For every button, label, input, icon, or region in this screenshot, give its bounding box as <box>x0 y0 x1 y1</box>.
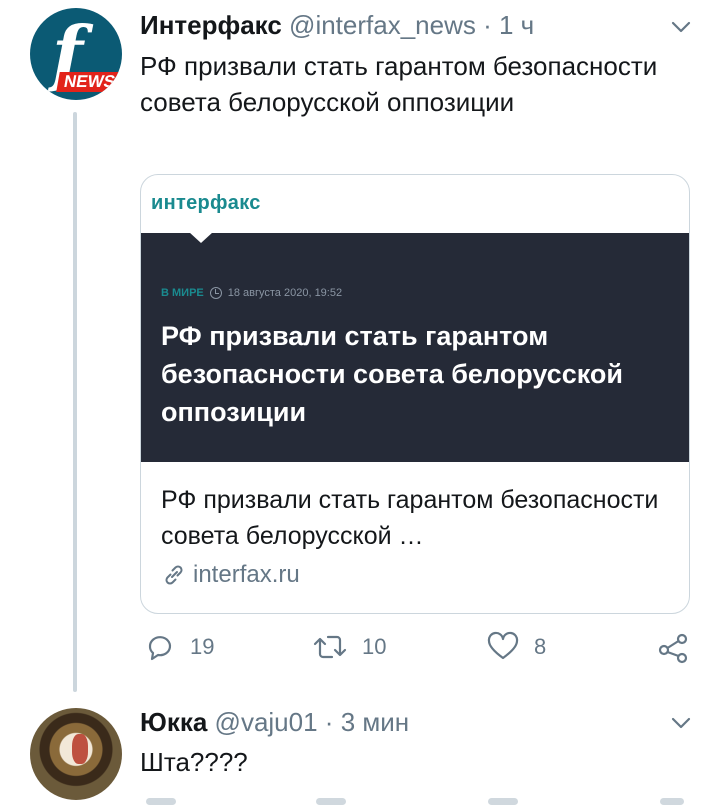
card-link: interfax.ru <box>161 560 671 590</box>
card-title: РФ призвали стать гарантом безопасности … <box>161 486 659 550</box>
meta-separator: · <box>483 10 492 40</box>
thread-connector <box>73 112 77 692</box>
share-action[interactable] <box>656 630 690 664</box>
card-image: В МИРЕ 18 августа 2020, 19:52 РФ призвал… <box>141 232 689 462</box>
reply-author-handle[interactable]: @vaju01 <box>215 707 318 737</box>
card-link-domain: interfax.ru <box>193 561 300 588</box>
like-action-peek <box>488 798 518 805</box>
heart-icon <box>487 631 519 660</box>
avatar-mask-detail <box>72 734 88 764</box>
interfax-avatar[interactable]: f NEWS <box>30 8 122 100</box>
reply-action-peek <box>146 798 176 805</box>
like-action[interactable]: 8 <box>486 630 546 664</box>
clock-icon <box>209 287 222 299</box>
tweet-time[interactable]: 1 ч <box>499 10 534 40</box>
card-brand-bar: интерфакс <box>141 175 689 233</box>
author-name[interactable]: Интерфакс <box>140 10 282 40</box>
author-handle[interactable]: @interfax_news <box>289 10 476 40</box>
image-date: 18 августа 2020, 19:52 <box>227 287 343 299</box>
retweet-action[interactable]: 10 <box>312 630 386 664</box>
reply-action[interactable]: 19 <box>142 630 214 664</box>
reply-icon <box>148 636 172 661</box>
link-icon <box>165 565 183 585</box>
tweet-header: Интерфакс @interfax_news · 1 ч <box>140 10 534 40</box>
like-count: 8 <box>534 634 547 659</box>
reply-time[interactable]: 3 мин <box>341 707 409 737</box>
tweet-text: РФ призвали стать гарантом безопасности … <box>140 51 658 117</box>
retweet-icon <box>313 635 347 659</box>
image-headline: РФ призвали стать гарантом безопасности … <box>161 321 623 427</box>
interfax-logo: интерфакс <box>151 192 261 214</box>
chevron-down-icon[interactable] <box>670 16 692 38</box>
avatar-news-badge: NEWS <box>56 72 122 92</box>
reply-header: Юкка @vaju01 · 3 мин <box>140 707 409 737</box>
image-meta: В МИРЕ 18 августа 2020, 19:52 <box>161 287 342 299</box>
tweet-actions: 19 10 8 <box>140 630 700 670</box>
retweet-count: 10 <box>362 634 387 659</box>
chevron-down-icon[interactable] <box>670 712 692 734</box>
reply-meta-separator: · <box>324 707 334 737</box>
reply-text: Шта???? <box>140 747 248 777</box>
reply-count: 19 <box>190 634 215 659</box>
reply-author-name[interactable]: Юкка <box>140 707 207 737</box>
image-category: В МИРЕ <box>161 287 204 299</box>
card-body: РФ призвали стать гарантом безопасности … <box>141 462 689 590</box>
share-action-peek <box>660 798 684 805</box>
reply-author-avatar[interactable] <box>30 708 122 800</box>
link-preview-card[interactable]: интерфакс В МИРЕ 18 августа 2020, 19:52 … <box>140 174 690 614</box>
image-notch <box>189 232 213 243</box>
share-icon <box>658 633 688 664</box>
retweet-action-peek <box>316 798 346 805</box>
